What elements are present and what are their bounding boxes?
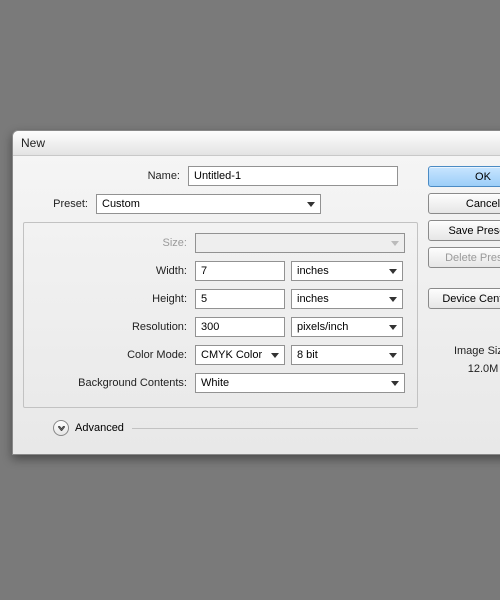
color-mode-label: Color Mode:: [30, 349, 195, 361]
ok-button[interactable]: OK: [428, 166, 500, 187]
resolution-unit-select[interactable]: pixels/inch: [291, 317, 403, 337]
size-select: [195, 233, 405, 253]
dialog-title: New: [21, 136, 45, 150]
new-document-dialog: New Name: Preset: Custom Size:: [12, 130, 500, 455]
chevron-down-icon: [389, 297, 397, 302]
divider: [132, 428, 418, 429]
expand-down-icon: [53, 420, 69, 436]
width-unit-value: inches: [297, 265, 329, 277]
color-mode-value: CMYK Color: [201, 349, 262, 361]
chevron-down-icon: [391, 381, 399, 386]
settings-pane: Name: Preset: Custom Size:: [23, 166, 418, 436]
height-label: Height:: [30, 293, 195, 305]
chevron-down-icon: [271, 353, 279, 358]
chevron-down-icon: [389, 325, 397, 330]
device-central-button[interactable]: Device Central...: [428, 288, 500, 309]
advanced-label: Advanced: [75, 422, 124, 434]
size-label: Size:: [30, 237, 195, 249]
image-size-label: Image Size:: [454, 345, 500, 357]
cancel-button[interactable]: Cancel: [428, 193, 500, 214]
chevron-down-icon: [391, 241, 399, 246]
actions-pane: OK Cancel Save Preset... Delete Preset..…: [418, 166, 500, 436]
resolution-input[interactable]: [195, 317, 285, 337]
save-preset-button[interactable]: Save Preset...: [428, 220, 500, 241]
color-mode-select[interactable]: CMYK Color: [195, 345, 285, 365]
titlebar[interactable]: New: [13, 131, 500, 156]
chevron-down-icon: [389, 353, 397, 358]
name-input[interactable]: [188, 166, 398, 186]
document-settings-group: Size: Width: inches Heigh: [23, 222, 418, 408]
image-size-value: 12.0M: [454, 363, 500, 375]
image-size-info: Image Size: 12.0M: [454, 345, 500, 375]
preset-select[interactable]: Custom: [96, 194, 321, 214]
width-label: Width:: [30, 265, 195, 277]
bg-contents-label: Background Contents:: [30, 377, 195, 389]
name-label: Name:: [23, 170, 188, 182]
chevron-down-icon: [389, 269, 397, 274]
height-unit-value: inches: [297, 293, 329, 305]
bg-contents-select[interactable]: White: [195, 373, 405, 393]
bg-contents-value: White: [201, 377, 229, 389]
chevron-down-icon: [307, 202, 315, 207]
delete-preset-button: Delete Preset...: [428, 247, 500, 268]
height-unit-select[interactable]: inches: [291, 289, 403, 309]
preset-value: Custom: [102, 198, 140, 210]
width-input[interactable]: [195, 261, 285, 281]
height-input[interactable]: [195, 289, 285, 309]
preset-label: Preset:: [23, 198, 96, 210]
dialog-content: Name: Preset: Custom Size:: [13, 156, 500, 454]
bit-depth-value: 8 bit: [297, 349, 318, 361]
width-unit-select[interactable]: inches: [291, 261, 403, 281]
resolution-label: Resolution:: [30, 321, 195, 333]
resolution-unit-value: pixels/inch: [297, 321, 348, 333]
advanced-section-toggle[interactable]: Advanced: [23, 420, 418, 436]
bit-depth-select[interactable]: 8 bit: [291, 345, 403, 365]
